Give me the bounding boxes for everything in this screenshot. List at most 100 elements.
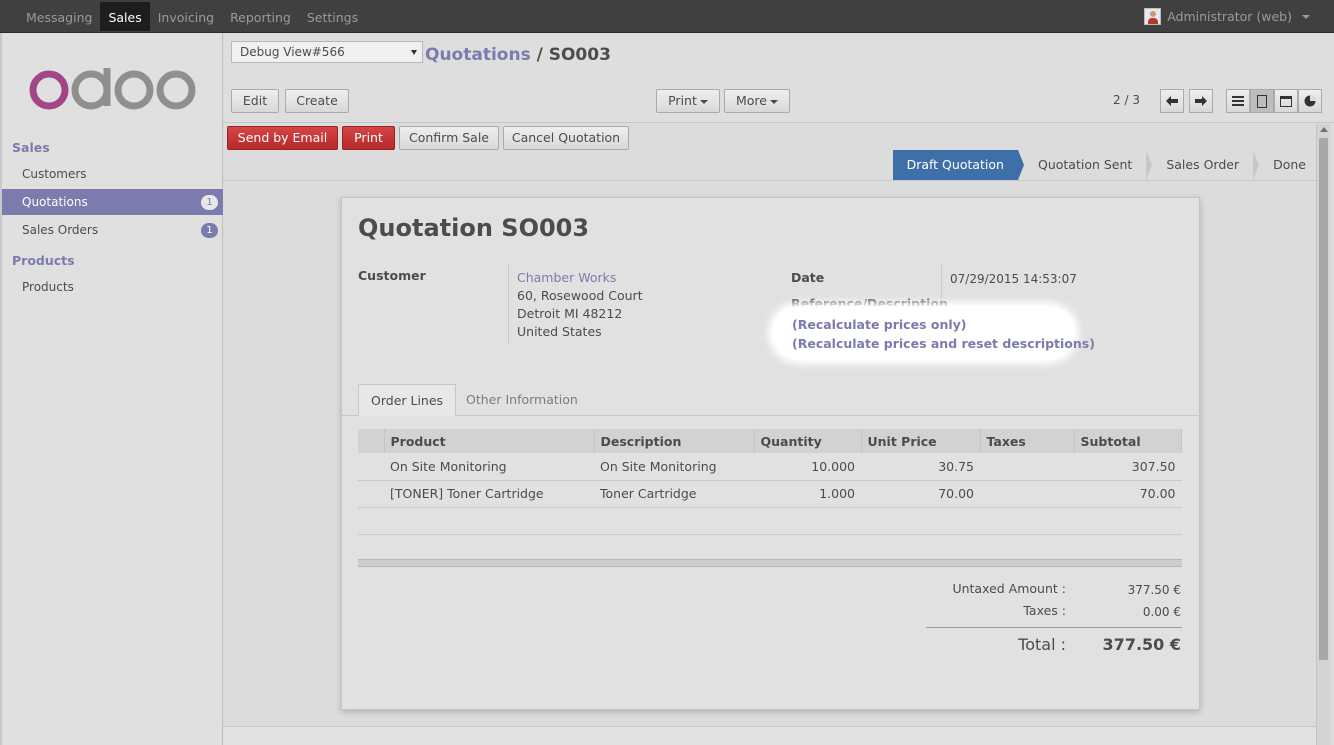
order-lines-table: Product Description Quantity Unit Price … <box>358 429 1182 535</box>
pager-next-button[interactable] <box>1189 89 1213 113</box>
send-by-email-button[interactable]: Send by Email <box>227 126 338 150</box>
row-handle <box>358 453 384 481</box>
confirm-sale-button[interactable]: Confirm Sale <box>399 126 499 150</box>
recalculate-prices-link[interactable]: (Recalculate prices only) <box>792 317 967 332</box>
field-divider <box>508 264 509 344</box>
list-view-button[interactable] <box>1226 89 1250 113</box>
breadcrumb-quotations-link[interactable]: Quotations <box>425 45 531 65</box>
menu-settings[interactable]: Settings <box>299 2 366 31</box>
count-badge: 1 <box>201 195 218 210</box>
sidebar-section-sales: Sales <box>12 140 50 155</box>
sidebar-item-sales-orders[interactable]: Sales Orders 1 <box>2 217 223 243</box>
taxes-label: Taxes : <box>1023 603 1066 618</box>
sidebar-section-products: Products <box>12 253 75 268</box>
recalculate-reset-link[interactable]: (Recalculate prices and reset descriptio… <box>792 336 1095 351</box>
debug-view-select[interactable]: Debug View#566 <box>231 41 423 63</box>
form-sheet: Quotation SO003 Customer Chamber Works 6… <box>341 197 1201 710</box>
title-prefix: Quotation <box>358 214 493 242</box>
calendar-icon <box>1280 96 1292 107</box>
edit-button[interactable]: Edit <box>231 89 279 113</box>
sidebar-item-products[interactable]: Products <box>2 274 223 300</box>
subtotal-cell: 70.00 <box>1074 480 1182 508</box>
scrollbar-thumb[interactable] <box>1319 138 1328 660</box>
menu-sales[interactable]: Sales <box>100 2 150 31</box>
chevron-down-icon <box>1302 14 1310 19</box>
notebook-tabs: Order Lines Other Information <box>342 384 1201 416</box>
list-icon <box>1232 96 1244 106</box>
cancel-quotation-button[interactable]: Cancel Quotation <box>503 126 629 150</box>
subtotal-cell: 307.50 <box>1074 453 1182 481</box>
chevron-down-icon <box>770 99 778 104</box>
graph-view-button[interactable] <box>1298 89 1322 113</box>
scroll-up-icon[interactable] <box>1320 127 1328 132</box>
customer-label: Customer <box>358 268 426 283</box>
sidebar-item-customers[interactable]: Customers <box>2 161 223 187</box>
calendar-view-button[interactable] <box>1274 89 1298 113</box>
address-line: United States <box>517 324 602 339</box>
print-button[interactable]: Print <box>342 126 395 150</box>
table-footer-bar <box>358 559 1182 567</box>
sidebar-item-label: Products <box>22 280 74 294</box>
untaxed-amount-label: Untaxed Amount : <box>952 581 1066 596</box>
breadcrumb-current: SO003 <box>548 45 611 65</box>
column-header[interactable]: Product <box>384 429 595 453</box>
taxes-cell <box>980 480 1074 508</box>
stage-quotation-sent[interactable]: Quotation Sent <box>1018 150 1153 180</box>
sidebar-item-label: Customers <box>22 167 87 181</box>
user-name: Administrator (web) <box>1167 9 1292 24</box>
handle-column <box>358 429 385 453</box>
dropdown-arrow-icon <box>411 50 417 55</box>
date-value: 07/29/2015 14:53:07 <box>950 272 1077 286</box>
description-cell: Toner Cartridge <box>594 480 754 508</box>
column-header[interactable]: Quantity <box>754 429 862 453</box>
menu-reporting[interactable]: Reporting <box>222 2 299 31</box>
more-dropdown-button[interactable]: More <box>724 89 790 113</box>
form-statusbar: Send by Email Print Confirm Sale Cancel … <box>223 123 1320 181</box>
table-header-row: Product Description Quantity Unit Price … <box>358 429 1182 453</box>
stage-done[interactable]: Done <box>1253 150 1320 180</box>
quantity-cell: 1.000 <box>754 480 861 508</box>
sidebar-item-quotations[interactable]: Quotations 1 <box>2 189 223 215</box>
table-row[interactable]: [TONER] Toner Cartridge Toner Cartridge … <box>358 480 1182 508</box>
odoo-logo <box>29 68 196 110</box>
tab-other-information[interactable]: Other Information <box>454 384 590 416</box>
stage-draft-quotation[interactable]: Draft Quotation <box>892 150 1025 180</box>
column-header[interactable]: Subtotal <box>1074 429 1182 453</box>
column-header[interactable]: Taxes <box>980 429 1075 453</box>
stage-sales-order[interactable]: Sales Order <box>1146 150 1259 180</box>
main-menu: Messaging Sales Invoicing Reporting Sett… <box>18 0 366 33</box>
form-view-button[interactable] <box>1250 89 1274 113</box>
untaxed-amount-value: 377.50 € <box>1127 583 1181 597</box>
product-cell: On Site Monitoring <box>384 453 594 481</box>
create-button[interactable]: Create <box>285 89 349 113</box>
menu-messaging[interactable]: Messaging <box>18 2 100 31</box>
sidebar: Sales Customers Quotations 1 Sales Order… <box>0 33 223 745</box>
print-dropdown-button[interactable]: Print <box>656 89 720 113</box>
column-header[interactable]: Description <box>594 429 755 453</box>
vertical-scrollbar[interactable] <box>1316 124 1330 745</box>
tab-order-lines[interactable]: Order Lines <box>358 384 457 416</box>
address-line: Detroit MI 48212 <box>517 306 623 321</box>
unit-price-cell: 70.00 <box>861 480 980 508</box>
pie-chart-icon <box>1304 95 1316 107</box>
user-menu[interactable]: Administrator (web) <box>1144 0 1310 33</box>
recalculate-highlight <box>772 306 1075 360</box>
date-label: Date <box>791 270 825 285</box>
row-handle <box>358 480 384 508</box>
sidebar-item-label: Quotations <box>22 195 88 209</box>
quantity-cell: 10.000 <box>754 453 861 481</box>
breadcrumb: Quotations / SO003 <box>425 45 611 65</box>
control-panel: Debug View#566 Quotations / SO003 Edit C… <box>223 33 1334 123</box>
pager-previous-button[interactable] <box>1160 89 1184 113</box>
taxes-value: 0.00 € <box>1142 605 1181 619</box>
arrow-left-icon <box>1166 96 1178 106</box>
user-avatar <box>1144 8 1162 25</box>
more-dropdown-label: More <box>736 93 767 108</box>
description-cell: On Site Monitoring <box>594 453 754 481</box>
sidebar-item-label: Sales Orders <box>22 223 99 237</box>
customer-link[interactable]: Chamber Works <box>517 270 616 285</box>
column-header[interactable]: Unit Price <box>861 429 981 453</box>
menu-invoicing[interactable]: Invoicing <box>150 2 222 31</box>
count-badge: 1 <box>201 223 218 238</box>
table-row[interactable]: On Site Monitoring On Site Monitoring 10… <box>358 453 1182 481</box>
